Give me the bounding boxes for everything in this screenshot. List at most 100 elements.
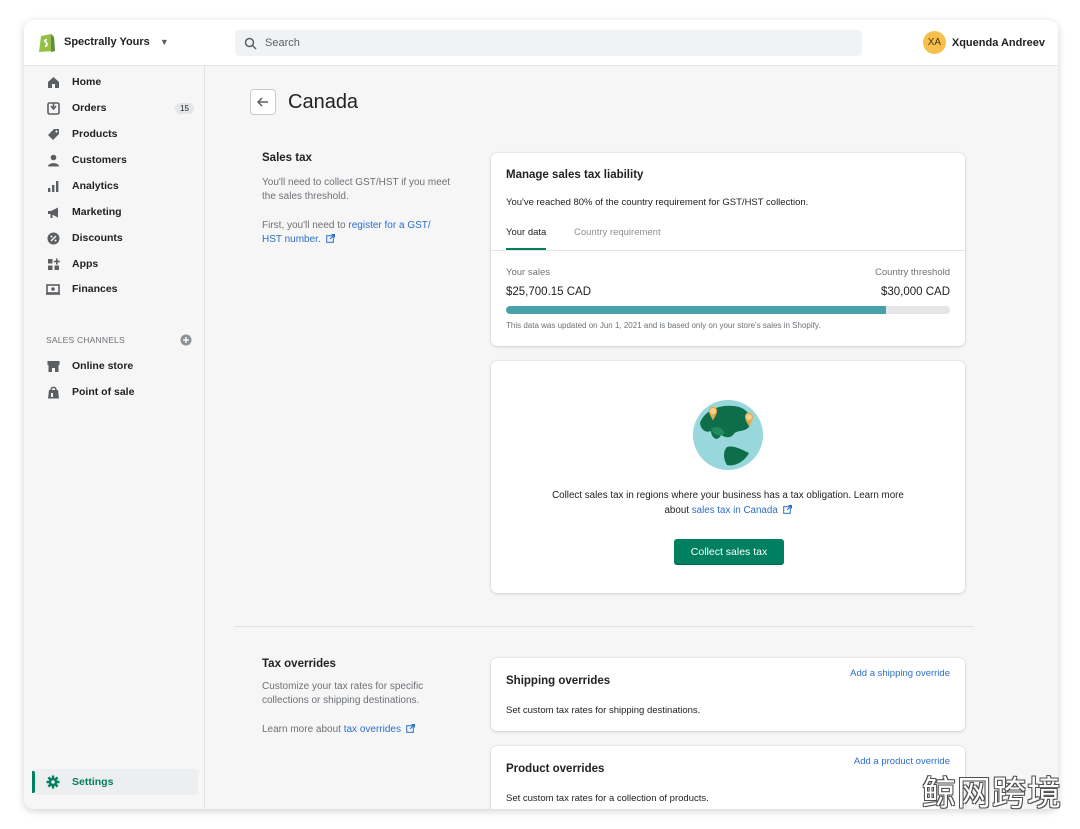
collect-text-prefix: about — [664, 505, 692, 516]
shopify-logo-icon — [39, 34, 55, 52]
sales-tax-canada-link[interactable]: sales tax in Canada — [692, 505, 778, 516]
tax-overrides-heading: Tax overrides — [262, 658, 336, 670]
add-channel-icon[interactable] — [180, 334, 192, 346]
shipping-overrides-card: Shipping overrides Add a shipping overri… — [491, 658, 965, 731]
tag-icon — [46, 127, 60, 141]
sidebar-item-online-store[interactable]: Online store — [46, 356, 194, 376]
register-text: First, you'll need to register for a GST… — [262, 219, 452, 247]
tab-your-data[interactable]: Your data — [506, 227, 547, 250]
finances-icon — [46, 282, 60, 296]
product-overrides-text: Set custom tax rates for a collection of… — [506, 793, 709, 804]
register-link[interactable]: register for a GST/ — [348, 220, 430, 231]
sidebar-item-label: Apps — [72, 258, 99, 270]
tabs-divider — [491, 250, 965, 251]
sidebar-item-marketing[interactable]: Marketing — [46, 202, 194, 222]
sidebar-item-label: Home — [72, 76, 102, 88]
sidebar-item-label: Finances — [72, 283, 118, 295]
liability-message: You've reached 80% of the country requir… — [506, 197, 809, 208]
store-switcher[interactable]: Spectrally Yours ▼ — [38, 31, 169, 53]
collect-text-line1: Collect sales tax in regions where your … — [552, 490, 904, 501]
threshold-value: $30,000 CAD — [880, 286, 950, 298]
sidebar-item-label: Marketing — [72, 206, 122, 218]
megaphone-icon — [46, 205, 60, 219]
sales-channels-heading: SALES CHANNELS — [46, 334, 192, 346]
shipping-overrides-text: Set custom tax rates for shipping destin… — [506, 705, 701, 716]
sidebar-item-products[interactable]: Products — [46, 124, 194, 144]
tab-country-requirement[interactable]: Country requirement — [574, 227, 661, 248]
apps-icon — [46, 257, 60, 271]
top-bar: Spectrally Yours ▼ Search XA Xquenda And… — [24, 20, 1058, 66]
threshold-label: Country threshold — [875, 267, 950, 278]
avatar: XA — [922, 31, 946, 54]
page-title: Canada — [288, 91, 359, 113]
sidebar-item-settings[interactable]: Settings — [32, 769, 198, 795]
sidebar: Home Orders 15 Products Customers Analyt… — [24, 66, 205, 809]
store-name: Spectrally Yours — [64, 36, 150, 48]
sidebar-item-discounts[interactable]: Discounts — [46, 228, 194, 248]
main-content: Canada Sales tax You'll need to collect … — [206, 66, 1058, 809]
your-sales-label: Your sales — [506, 267, 551, 278]
search-icon — [244, 37, 257, 50]
person-icon — [46, 153, 60, 167]
sales-progress-fill — [506, 306, 887, 314]
settings-label: Settings — [72, 776, 114, 788]
shipping-overrides-title: Shipping overrides — [506, 675, 611, 687]
pos-icon — [46, 385, 60, 399]
sales-tax-heading: Sales tax — [262, 152, 312, 164]
sidebar-item-label: Point of sale — [72, 386, 135, 398]
sidebar-item-analytics[interactable]: Analytics — [46, 176, 194, 196]
sales-progress-bar — [506, 306, 950, 314]
sidebar-item-orders[interactable]: Orders 15 — [46, 98, 194, 118]
sidebar-item-label: Online store — [72, 360, 134, 372]
app-window: Spectrally Yours ▼ Search XA Xquenda And… — [24, 20, 1058, 809]
back-button[interactable] — [250, 89, 276, 115]
sales-tax-description: You'll need to collect GST/HST if you me… — [262, 177, 451, 202]
sales-channels-label: SALES CHANNELS — [46, 335, 125, 345]
watermark-text: 鲸网跨境 — [922, 774, 1062, 814]
sidebar-item-apps[interactable]: Apps — [46, 254, 194, 274]
bar-chart-icon — [46, 179, 60, 193]
product-overrides-title: Product overrides — [506, 763, 605, 775]
register-link-continued[interactable]: HST number. — [262, 234, 321, 245]
search-placeholder: Search — [265, 37, 300, 49]
data-footnote: This data was updated on Jun 1, 2021 and… — [506, 321, 821, 330]
sidebar-item-label: Orders — [72, 102, 107, 114]
your-sales-value: $25,700.15 CAD — [506, 286, 592, 298]
tax-overrides-link[interactable]: tax overrides — [344, 724, 401, 735]
external-link-icon — [782, 505, 792, 514]
sidebar-item-label: Customers — [72, 154, 127, 166]
user-name: Xquenda Andreev — [951, 36, 1045, 49]
collect-tax-card: Collect sales tax in regions where your … — [491, 361, 965, 593]
arrow-left-icon — [257, 97, 268, 107]
home-icon — [46, 75, 60, 89]
liability-card: Manage sales tax liability You've reache… — [491, 153, 965, 346]
sidebar-item-point-of-sale[interactable]: Point of sale — [46, 382, 194, 402]
globe-illustration-icon — [693, 400, 763, 470]
add-shipping-override-link[interactable]: Add a shipping override — [850, 668, 950, 679]
store-icon — [46, 359, 60, 373]
liability-card-title: Manage sales tax liability — [506, 169, 644, 181]
sidebar-item-home[interactable]: Home — [46, 72, 194, 92]
tax-overrides-learn-more: Learn more about tax overrides — [262, 723, 452, 737]
gear-icon — [46, 775, 60, 789]
external-link-icon — [405, 724, 415, 733]
sidebar-item-customers[interactable]: Customers — [46, 150, 194, 170]
section-divider — [234, 626, 974, 627]
sidebar-item-label: Products — [72, 128, 118, 140]
sidebar-item-finances[interactable]: Finances — [46, 279, 194, 299]
register-prefix: First, you'll need to — [262, 220, 349, 231]
discount-icon — [46, 231, 60, 245]
collect-description: Collect sales tax in regions where your … — [511, 488, 945, 518]
learn-more-prefix: Learn more about — [262, 724, 344, 735]
collect-sales-tax-button[interactable]: Collect sales tax — [674, 539, 784, 565]
tax-overrides-description: Customize your tax rates for specific co… — [262, 681, 424, 706]
active-indicator — [32, 771, 35, 793]
orders-count-badge: 15 — [175, 102, 194, 114]
search-bar[interactable]: Search — [235, 30, 862, 56]
product-overrides-card: Product overrides Add a product override… — [491, 746, 965, 809]
sidebar-item-label: Discounts — [72, 232, 123, 244]
chevron-down-icon: ▼ — [159, 37, 169, 47]
user-menu[interactable]: XA Xquenda Andreev — [922, 31, 1045, 54]
orders-icon — [46, 101, 60, 115]
sidebar-item-label: Analytics — [72, 180, 119, 192]
